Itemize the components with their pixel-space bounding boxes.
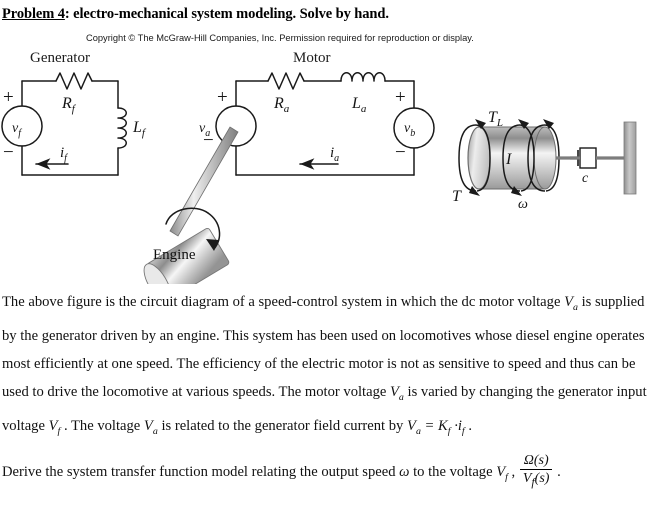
circuit-diagram-svg: + − vf Rf Lf if Engine + va − Ra La + − … xyxy=(1,72,637,284)
motor-backemf-label: vb xyxy=(404,121,415,139)
problem-label: Problem 4 xyxy=(2,6,65,22)
inertia-label: I xyxy=(505,151,512,168)
symbol-vf-1: Vf xyxy=(48,417,61,437)
motor-resistor-symbol xyxy=(267,72,305,90)
speed-label: ω xyxy=(518,197,528,212)
generator-current-label: if xyxy=(60,145,68,164)
generator-plus-sign: + xyxy=(3,87,14,108)
generator-minus-sign: − xyxy=(3,142,14,163)
symbol-vf-2: Vf xyxy=(496,464,508,484)
motor-backemf-plus-sign: + xyxy=(395,87,406,108)
question-paragraph: Derive the system transfer function mode… xyxy=(2,453,654,492)
desc-text-5: is related to the generator field curren… xyxy=(157,417,408,434)
generator-resistor-label: Rf xyxy=(61,95,77,115)
problem-page: Problem 4: electro-mechanical system mod… xyxy=(0,0,658,509)
torque-label: T xyxy=(452,188,462,205)
generator-resistor-symbol xyxy=(55,72,93,90)
question-comma: , xyxy=(507,464,519,481)
symbol-va-3: Va xyxy=(143,417,158,437)
symbol-va-1: Va xyxy=(564,294,578,313)
motor-current-label: ia xyxy=(330,145,339,164)
motor-plus-sign: + xyxy=(217,87,228,108)
motor-armature-source-symbol xyxy=(215,105,257,147)
desc-text-4: . The voltage xyxy=(60,417,144,434)
load-torque-label: TL xyxy=(488,109,503,129)
generator-source-label: vf xyxy=(12,121,22,139)
problem-title-rest: : electro-mechanical system modeling. So… xyxy=(64,6,389,22)
generator-inductor-label: Lf xyxy=(132,119,147,139)
page-title: Problem 4: electro-mechanical system mod… xyxy=(2,6,389,23)
circuit-figure: Generator Motor + − vf Rf Lf if Engine +… xyxy=(0,46,658,284)
description-paragraph: The above figure is the circuit diagram … xyxy=(2,288,654,446)
symbol-omega: ω xyxy=(399,464,410,481)
motor-backemf-minus-sign: − xyxy=(395,142,406,163)
transfer-function-fraction: Ω(s) Vf(s) xyxy=(519,453,553,489)
question-end: . xyxy=(553,464,561,481)
inertia-cylinder-right-cap xyxy=(533,126,557,190)
question-text-1: Derive the system transfer function mode… xyxy=(2,464,400,481)
motor-inductor-symbol xyxy=(340,72,386,82)
fraction-denominator: Vf(s) xyxy=(522,470,550,489)
motor-resistor-label: Ra xyxy=(273,95,290,115)
motor-minus-sign: − xyxy=(203,130,214,151)
question-text-2: to the voltage xyxy=(409,464,497,481)
load-assembly xyxy=(458,119,637,196)
motor-inductor-label: La xyxy=(351,95,367,115)
generator-inductor-symbol xyxy=(117,107,127,149)
damper-label: c xyxy=(582,171,589,186)
equation-va-kf-if: Va = Kf ·if xyxy=(407,417,465,437)
desc-text-6: . xyxy=(464,417,472,434)
wall-support xyxy=(623,121,637,195)
copyright-notice: Copyright © The McGraw-Hill Companies, I… xyxy=(86,33,474,43)
engine-label: Engine xyxy=(153,247,196,263)
damper-symbol xyxy=(570,147,597,169)
symbol-va-2: Va xyxy=(390,383,404,403)
desc-text-1: The above figure is the circuit diagram … xyxy=(2,294,565,310)
fraction-numerator: Ω(s) xyxy=(519,453,553,470)
generator-voltage-source-symbol xyxy=(1,105,43,147)
